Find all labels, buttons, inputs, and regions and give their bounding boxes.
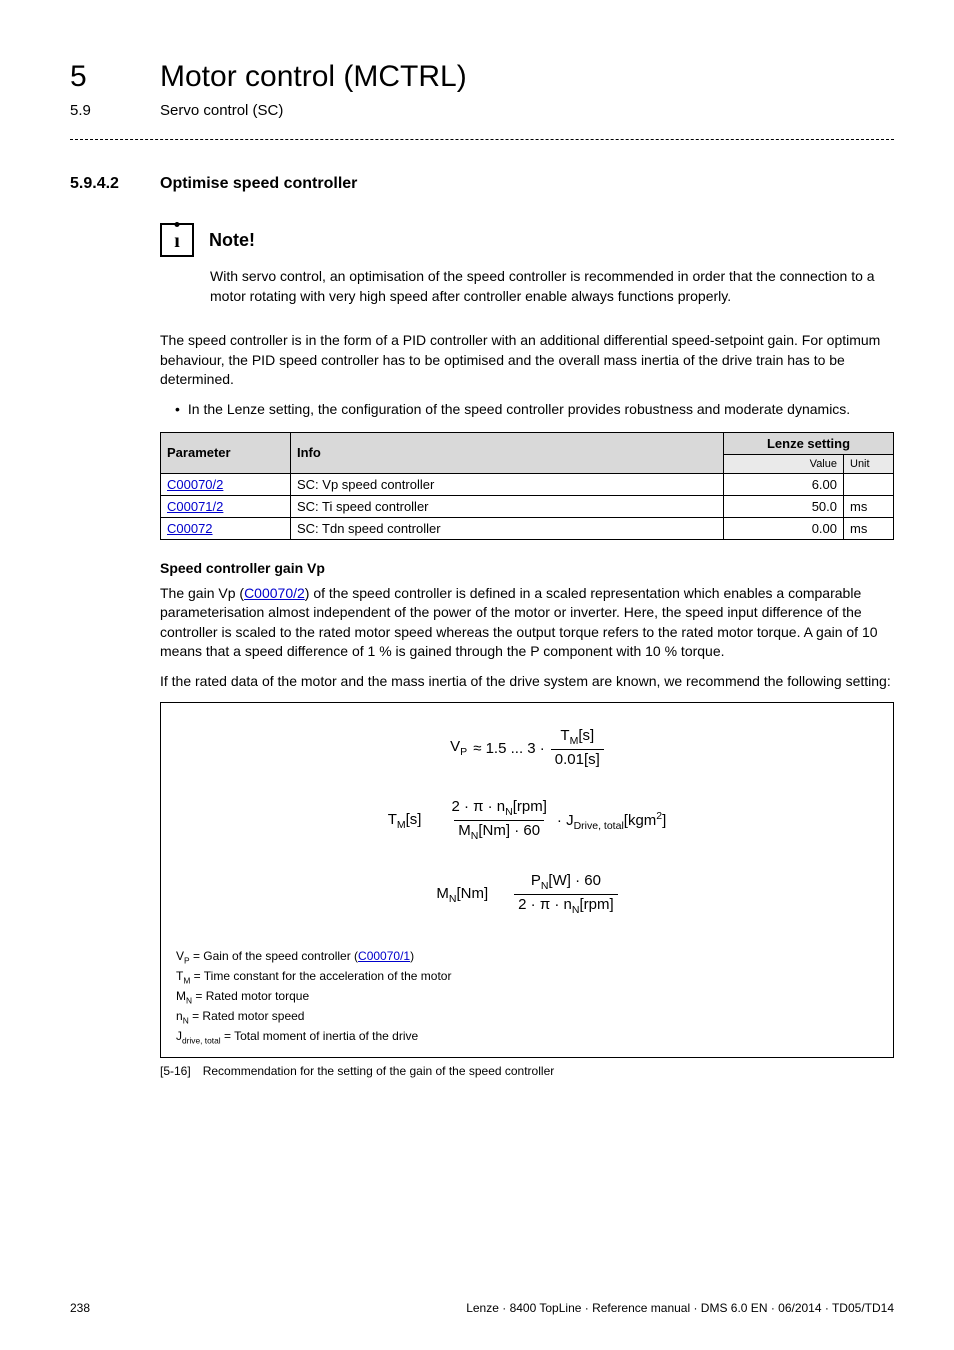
cell-value: 0.00 [724,517,844,539]
th-unit: Unit [844,454,894,473]
text-frag: = Rated motor speed [189,1009,305,1023]
sub: Drive, total [574,820,624,832]
cell-value: 50.0 [724,495,844,517]
inline-link[interactable]: C00070/1 [358,949,410,963]
text-frag: = Time constant for the acceleration of … [190,969,451,983]
chapter-number: 5 [70,60,110,94]
table-row: C00070/2 SC: Vp speed controller 6.00 [161,473,894,495]
sym: T [560,727,569,744]
note-text: With servo control, an optimisation of t… [210,267,894,306]
unit: [s] [406,811,422,828]
bullet-dot: • [175,400,180,420]
param-link[interactable]: C00071/2 [167,499,223,514]
formula-mn: MN[Nm] PN[W] · 60 2 · π · nN[rpm] [176,873,878,917]
sub: M [397,819,406,831]
info-icon: ı [160,223,194,257]
section-title: Optimise speed controller [160,175,357,193]
formula-tm: TM[s] 2 · π · nN[rpm] MN[Nm] · 60 · JDri… [176,799,878,843]
body-paragraph: The speed controller is in the form of a… [160,331,894,390]
sym: T [388,811,397,828]
section-number: 5.9.4.2 [70,175,125,193]
subsection-title: Servo control (SC) [160,102,283,119]
caption-tag: [5-16] [160,1064,191,1078]
cell-info: SC: Vp speed controller [291,473,724,495]
caption-text: Recommendation for the setting of the ga… [203,1064,555,1078]
param-link[interactable]: C00070/2 [167,477,223,492]
subsection-number: 5.9 [70,102,110,119]
formula-definitions: VP = Gain of the speed controller (C0007… [176,947,878,1047]
sym: M [436,885,449,902]
bullet-item: • In the Lenze setting, the configuratio… [175,400,894,420]
cell-value: 6.00 [724,473,844,495]
formula-box: VP ≈ 1.5 ... 3 · TM[s] 0.01[s] TM[s] 2 ·… [160,702,894,1058]
cell-info: SC: Tdn speed controller [291,517,724,539]
page-footer: 238 Lenze · 8400 TopLine · Reference man… [70,1301,894,1315]
subhead-vp: Speed controller gain Vp [160,560,894,576]
sym: n [176,1009,183,1023]
sym: 2 · π · n [518,896,572,913]
sym: V [450,738,460,755]
chapter-title: Motor control (MCTRL) [160,60,467,94]
bullet-text: In the Lenze setting, the configuration … [188,400,850,420]
footer-right: Lenze · 8400 TopLine · Reference manual … [466,1301,894,1315]
th-info: Info [291,432,724,473]
sym: 2 · π · n [451,798,505,815]
unit: [Nm] [456,885,488,902]
unit: [W] · 60 [548,872,601,889]
th-lenze: Lenze setting [724,432,894,454]
text-frag: ) [410,949,414,963]
text-frag: = Gain of the speed controller ( [190,949,358,963]
unit: [kgm [624,812,657,829]
table-row: C00072 SC: Tdn speed controller 0.00 ms [161,517,894,539]
sym: V [176,949,184,963]
inline-link[interactable]: C00070/2 [244,585,305,601]
sym: M [176,989,186,1003]
cell-unit: ms [844,517,894,539]
th-parameter: Parameter [161,432,291,473]
sym: · J [557,812,574,829]
sym: P [531,872,541,889]
cell-info: SC: Ti speed controller [291,495,724,517]
text-frag: = Total moment of inertia of the drive [221,1029,419,1043]
text-frag: The gain Vp ( [160,585,244,601]
cell-unit [844,473,894,495]
parameter-table: Parameter Info Lenze setting Value Unit … [160,432,894,540]
sub: N [505,806,513,818]
note-label: Note! [209,230,255,251]
unit: [rpm] [579,896,613,913]
body-paragraph: The gain Vp (C00070/2) of the speed cont… [160,584,894,662]
op: ≈ 1.5 ... 3 · [473,740,545,757]
note-block: ı Note! With servo control, an optimisat… [160,223,894,306]
table-row: C00071/2 SC: Ti speed controller 50.0 ms [161,495,894,517]
page-number: 238 [70,1301,90,1315]
figure-caption: [5-16] Recommendation for the setting of… [160,1064,894,1078]
unit: [rpm] [513,798,547,815]
body-paragraph: If the rated data of the motor and the m… [160,672,894,692]
unit: [Nm] · 60 [478,822,540,839]
th-value: Value [724,454,844,473]
unit: [s] [578,727,594,744]
cell-unit: ms [844,495,894,517]
sym: M [458,822,471,839]
sub: drive, total [182,1035,221,1045]
param-link[interactable]: C00072 [167,521,213,536]
den: 0.01[s] [551,749,604,769]
text-frag: = Rated motor torque [192,989,309,1003]
unit: ] [662,812,666,829]
separator-dashed [70,139,894,140]
formula-vp: VP ≈ 1.5 ... 3 · TM[s] 0.01[s] [176,728,878,769]
sub: P [460,746,467,758]
